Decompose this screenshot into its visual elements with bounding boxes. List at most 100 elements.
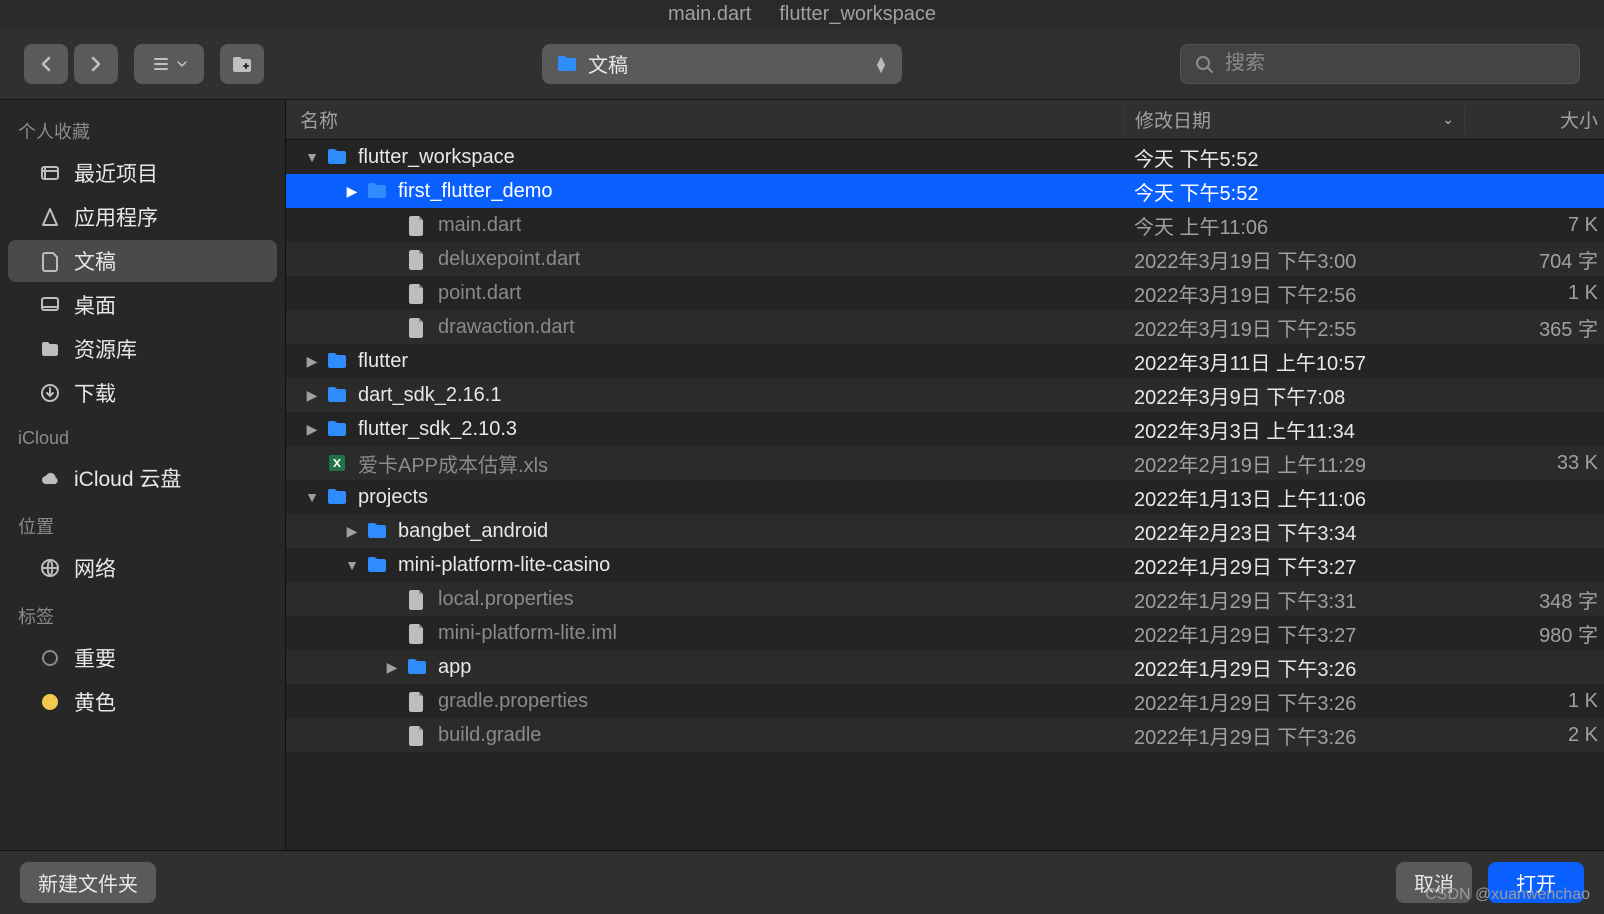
disclosure-icon[interactable]: ▶ (304, 387, 320, 403)
sort-indicator-icon: ⌄ (1442, 111, 1454, 128)
file-size: 1 K (1464, 690, 1604, 713)
column-header: 名称 修改日期 ⌄ 大小 (286, 100, 1604, 140)
sidebar-item-label: 文稿 (74, 246, 116, 276)
toolbar: 文稿 ▲▼ (0, 28, 1604, 100)
sidebar-item[interactable]: iCloud 云盘 (8, 457, 277, 499)
disclosure-icon[interactable]: ▶ (384, 659, 400, 675)
updown-icon: ▲▼ (874, 56, 888, 72)
disclosure-icon[interactable]: ▼ (304, 149, 320, 165)
sidebar-item[interactable]: 重要 (8, 637, 277, 679)
file-size: 704 字 (1464, 245, 1604, 274)
clock-icon (38, 161, 62, 185)
folder-icon (326, 418, 348, 440)
sidebar-item[interactable]: 黄色 (8, 681, 277, 723)
desktop-icon (38, 293, 62, 317)
sidebar-item[interactable]: 下载 (8, 372, 277, 414)
search-icon (1193, 53, 1215, 75)
file-name: deluxepoint.dart (438, 248, 580, 271)
folder-row[interactable]: ▶ flutter 2022年3月11日 上午10:57 (286, 344, 1604, 378)
disclosure-icon[interactable]: ▶ (304, 353, 320, 369)
sidebar-item[interactable]: 资源库 (8, 328, 277, 370)
sidebar-item[interactable]: 应用程序 (8, 196, 277, 238)
folder-icon (326, 146, 348, 168)
file-date: 2022年2月19日 上午11:29 (1124, 449, 1464, 478)
file-icon (406, 588, 428, 610)
disclosure-icon[interactable]: ▶ (344, 183, 360, 199)
new-folder-toolbar-button[interactable] (220, 44, 264, 84)
file-size: 2 K (1464, 724, 1604, 747)
column-name[interactable]: 名称 (286, 106, 1124, 133)
search-field[interactable] (1180, 44, 1580, 84)
search-input[interactable] (1223, 51, 1567, 76)
chevron-down-icon (175, 57, 189, 71)
column-date[interactable]: 修改日期 ⌄ (1124, 106, 1464, 133)
file-row[interactable]: local.properties2022年1月29日 下午3:31348 字 (286, 582, 1604, 616)
main: 个人收藏最近项目应用程序文稿桌面资源库下载iCloudiCloud 云盘位置网络… (0, 100, 1604, 850)
file-name: flutter_workspace (358, 146, 515, 169)
file-row[interactable]: gradle.properties2022年1月29日 下午3:261 K (286, 684, 1604, 718)
folder-row[interactable]: ▶bangbet_android2022年2月23日 下午3:34 (286, 514, 1604, 548)
disclosure-icon (384, 591, 400, 607)
sidebar-section-title: 位置 (0, 501, 285, 545)
disclosure-icon (384, 625, 400, 641)
file-name: flutter_sdk_2.10.3 (358, 418, 517, 441)
disclosure-icon[interactable]: ▼ (344, 557, 360, 573)
file-row[interactable]: build.gradle2022年1月29日 下午3:262 K (286, 718, 1604, 752)
file-date: 2022年1月13日 上午11:06 (1124, 483, 1464, 512)
file-icon (406, 622, 428, 644)
folder-row[interactable]: ▼flutter_workspace今天 下午5:52 (286, 140, 1604, 174)
sidebar-item-label: 最近项目 (74, 158, 158, 188)
library-icon (38, 337, 62, 361)
file-row[interactable]: drawaction.dart2022年3月19日 下午2:55365 字 (286, 310, 1604, 344)
forward-button[interactable] (74, 44, 118, 84)
sidebar-item[interactable]: 文稿 (8, 240, 277, 282)
folder-icon (406, 656, 428, 678)
file-icon (406, 282, 428, 304)
sidebar-item-label: 网络 (74, 553, 116, 583)
file-row[interactable]: main.dart今天 上午11:067 K (286, 208, 1604, 242)
file-date: 2022年1月29日 下午3:26 (1124, 653, 1464, 682)
sidebar-section-title: iCloud (0, 416, 285, 455)
sidebar-item-label: 应用程序 (74, 202, 158, 232)
disclosure-icon[interactable]: ▶ (304, 421, 320, 437)
watermark: CSDN @xuanwenchao (1425, 886, 1590, 904)
file-row[interactable]: 爱卡APP成本估算.xls2022年2月19日 上午11:2933 K (286, 446, 1604, 480)
file-name: main.dart (438, 214, 521, 237)
title-right: flutter_workspace (779, 3, 936, 26)
sidebar-item-label: 重要 (74, 643, 116, 673)
path-selector-label: 文稿 (588, 49, 628, 78)
file-date: 2022年2月23日 下午3:34 (1124, 517, 1464, 546)
disclosure-icon[interactable]: ▶ (344, 523, 360, 539)
folder-row[interactable]: ▶ flutter_sdk_2.10.3 2022年3月3日 上午11:34 (286, 412, 1604, 446)
sidebar-item[interactable]: 桌面 (8, 284, 277, 326)
file-date: 2022年3月3日 上午11:34 (1124, 415, 1464, 444)
chevron-right-icon (85, 53, 107, 75)
folder-row[interactable]: ▼ projects 2022年1月13日 上午11:06 (286, 480, 1604, 514)
back-button[interactable] (24, 44, 68, 84)
folder-row[interactable]: ▶dart_sdk_2.16.12022年3月9日 下午7:08 (286, 378, 1604, 412)
titlebar: main.dart flutter_workspace (0, 0, 1604, 28)
view-mode-button[interactable] (134, 44, 204, 84)
file-icon (406, 724, 428, 746)
file-name: mini-platform-lite-casino (398, 554, 610, 577)
file-row[interactable]: mini-platform-lite.iml2022年1月29日 下午3:279… (286, 616, 1604, 650)
apps-icon (38, 205, 62, 229)
file-icon (406, 214, 428, 236)
sidebar-item[interactable]: 网络 (8, 547, 277, 589)
new-folder-button[interactable]: 新建文件夹 (20, 862, 156, 903)
path-selector[interactable]: 文稿 ▲▼ (542, 44, 902, 84)
folder-row[interactable]: ▶first_flutter_demo今天 下午5:52 (286, 174, 1604, 208)
sidebar-item-label: 下载 (74, 378, 116, 408)
file-row[interactable]: point.dart2022年3月19日 下午2:561 K (286, 276, 1604, 310)
file-row[interactable]: deluxepoint.dart2022年3月19日 下午3:00704 字 (286, 242, 1604, 276)
file-name: flutter (358, 350, 408, 373)
folder-row[interactable]: ▼mini-platform-lite-casino2022年1月29日 下午3… (286, 548, 1604, 582)
sidebar-item[interactable]: 最近项目 (8, 152, 277, 194)
file-date: 2022年3月11日 上午10:57 (1124, 347, 1464, 376)
file-list[interactable]: ▼flutter_workspace今天 下午5:52▶first_flutte… (286, 140, 1604, 850)
disclosure-icon[interactable]: ▼ (304, 489, 320, 505)
folder-row[interactable]: ▶app2022年1月29日 下午3:26 (286, 650, 1604, 684)
file-date: 今天 上午11:06 (1124, 211, 1464, 240)
column-size[interactable]: 大小 (1464, 106, 1604, 133)
file-name: projects (358, 486, 428, 509)
